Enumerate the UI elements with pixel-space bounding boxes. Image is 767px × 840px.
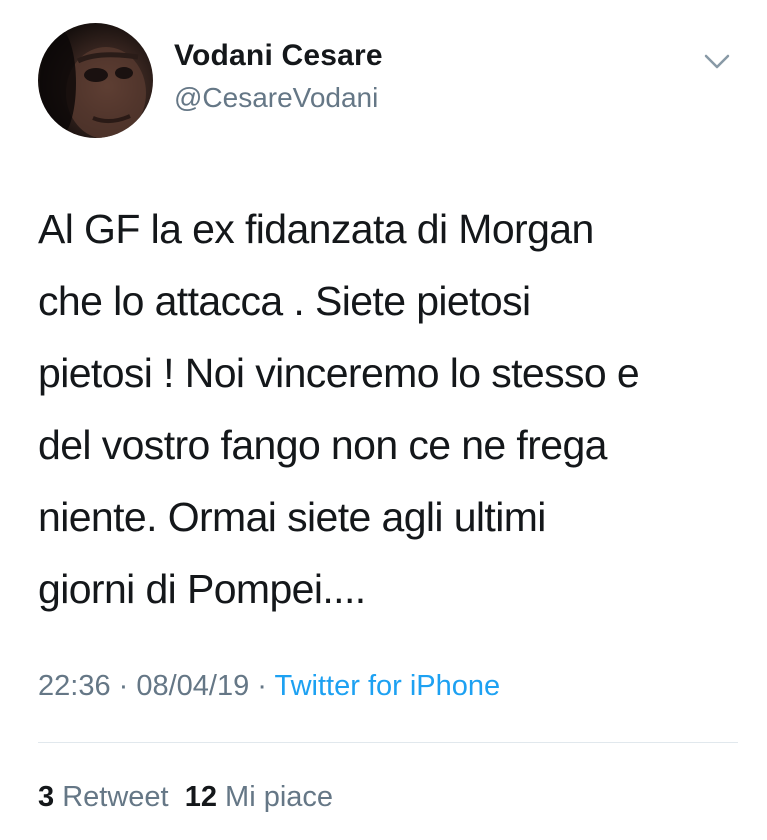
avatar-image — [40, 28, 146, 138]
meta-separator: · — [249, 670, 275, 702]
retweet-label: Retweet — [62, 781, 169, 813]
tweet-text-line: del vostro fango non ce ne frega — [38, 422, 607, 468]
author-handle[interactable]: @CesareVodani — [174, 80, 383, 116]
tweet-text-line: pietosi ! Noi vinceremo lo stesso e — [38, 350, 640, 396]
tweet-text-line: niente. Ormai siete agli ultimi — [38, 494, 546, 540]
retweet-count: 3 — [38, 781, 55, 813]
tweet-text-line: che lo attacca . Siete pietosi — [38, 278, 531, 324]
tweet-text-line: Al GF la ex fidanzata di Morgan — [38, 206, 594, 252]
retweets-stat[interactable]: 3 Retweet — [38, 781, 169, 813]
avatar[interactable] — [38, 23, 153, 138]
author-display-name[interactable]: Vodani Cesare — [174, 38, 383, 74]
tweet-time[interactable]: 22:36 — [38, 670, 111, 702]
tweet-stats: 3 Retweet 12 Mi piace — [38, 775, 333, 819]
tweet-text: Al GF la ex fidanzata di Morgan che lo a… — [38, 193, 743, 625]
chevron-down-icon[interactable] — [700, 50, 734, 74]
like-count: 12 — [184, 781, 217, 813]
meta-separator: · — [110, 670, 137, 702]
tweet-meta: 22:36 · 08/04/19 · Twitter for iPhone — [38, 664, 500, 708]
tweet-date[interactable]: 08/04/19 — [136, 670, 249, 702]
tweet-text-line: giorni di Pompei.... — [38, 566, 366, 612]
likes-stat[interactable]: 12 Mi piace — [185, 781, 333, 813]
tweet-card: Vodani Cesare @CesareVodani Al GF la ex … — [0, 0, 767, 840]
like-label: Mi piace — [225, 781, 334, 813]
divider — [38, 742, 738, 743]
author-block: Vodani Cesare @CesareVodani — [174, 38, 383, 116]
tweet-source-link[interactable]: Twitter for iPhone — [275, 670, 501, 702]
